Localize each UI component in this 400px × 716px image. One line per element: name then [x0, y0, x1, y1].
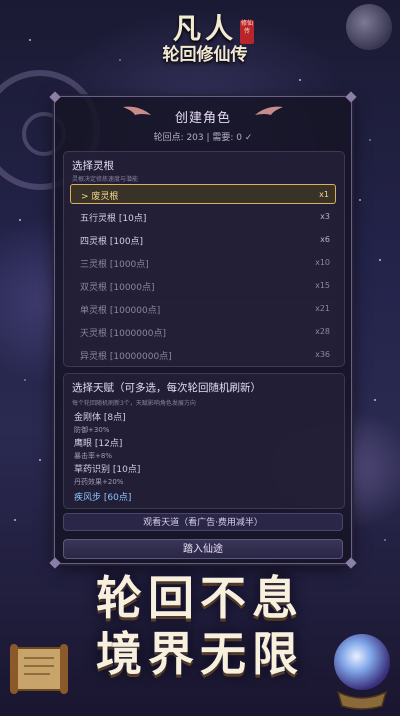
option-multiplier: x36	[315, 350, 330, 359]
section-title: 选择灵根	[72, 160, 114, 172]
talent-section: 选择天赋（可多选，每次轮回随机刷新） 每个轮回随机刷新3个，天赋影响角色发展方向…	[63, 373, 345, 509]
talent-name: 草药识别 [10点]	[74, 465, 141, 475]
logo-subtitle: 轮回修仙传	[162, 45, 248, 65]
moon-decoration	[346, 4, 392, 50]
talent-item[interactable]: 疾风步 [60点]	[74, 490, 131, 503]
reincarnation-points: 轮回点: 203 | 需要: 0 ✓	[153, 133, 253, 143]
enter-game-button[interactable]: 踏入仙途	[63, 539, 343, 559]
root-option-three[interactable]: 三灵根 [1000点] x10	[70, 253, 336, 273]
option-multiplier: x3	[320, 212, 330, 221]
option-label: 异灵根 [10000000点]	[80, 352, 172, 362]
talent-item[interactable]: 草药识别 [10点] 丹药效果+20%	[74, 462, 140, 487]
watch-ad-button[interactable]: 观看天道（看广告·费用减半）	[63, 513, 343, 531]
section-hint: 每个轮回随机刷新3个，天赋影响角色发展方向	[72, 400, 196, 407]
talent-desc: 暴击率+8%	[74, 452, 112, 460]
option-label: 三灵根 [1000点]	[80, 260, 149, 270]
root-option-waste[interactable]: > 废灵根 x1	[70, 184, 336, 204]
root-option-dual[interactable]: 双灵根 [10000点] x15	[70, 276, 336, 296]
talent-name: 鹰眼 [12点]	[74, 439, 123, 449]
option-label: 四灵根 [100点]	[80, 237, 144, 247]
root-option-variant[interactable]: 异灵根 [10000000点] x36	[70, 345, 336, 363]
option-label: 双灵根 [10000点]	[80, 283, 155, 293]
option-label: 天灵根 [1000000点]	[80, 329, 166, 339]
talent-name: 金刚体 [8点]	[74, 413, 126, 423]
option-label: 单灵根 [100000点]	[80, 306, 161, 316]
crystal-orb-icon	[334, 634, 390, 710]
option-multiplier: x10	[315, 258, 330, 267]
panel-title: 创建角色	[174, 111, 231, 126]
panel-corner-ornament	[345, 91, 357, 103]
option-multiplier: x15	[315, 281, 330, 290]
option-multiplier: x28	[315, 327, 330, 336]
talent-item[interactable]: 金刚体 [8点] 防御+30%	[74, 410, 126, 435]
option-multiplier: x21	[315, 304, 330, 313]
create-character-panel: 创建角色 轮回点: 203 | 需要: 0 ✓ 选择灵根 灵根决定修炼速度与潜能…	[49, 91, 357, 569]
talent-desc: 丹药效果+20%	[74, 478, 124, 486]
root-option-five-element[interactable]: 五行灵根 [10点] x3	[70, 207, 336, 227]
root-option-single[interactable]: 单灵根 [100000点] x21	[70, 299, 336, 319]
root-option-four[interactable]: 四灵根 [100点] x6	[70, 230, 336, 250]
logo-seal: 修仙传	[240, 20, 254, 44]
root-option-heavenly[interactable]: 天灵根 [1000000点] x28	[70, 322, 336, 342]
talent-item[interactable]: 鹰眼 [12点] 暴击率+8%	[74, 436, 122, 461]
option-multiplier: x1	[319, 190, 329, 199]
talent-desc: 防御+30%	[74, 426, 110, 434]
option-label: 五行灵根 [10点]	[80, 214, 147, 224]
talent-name: 疾风步 [60点]	[74, 493, 132, 503]
section-title: 选择天赋（可多选，每次轮回随机刷新）	[72, 382, 261, 394]
option-label: > 废灵根	[81, 192, 119, 202]
section-hint: 灵根决定修炼速度与潜能	[72, 176, 139, 183]
scroll-icon	[10, 644, 68, 694]
option-multiplier: x6	[320, 235, 330, 244]
spiritual-root-section: 选择灵根 灵根决定修炼速度与潜能 > 废灵根 x1 五行灵根 [10点] x3 …	[63, 151, 345, 367]
